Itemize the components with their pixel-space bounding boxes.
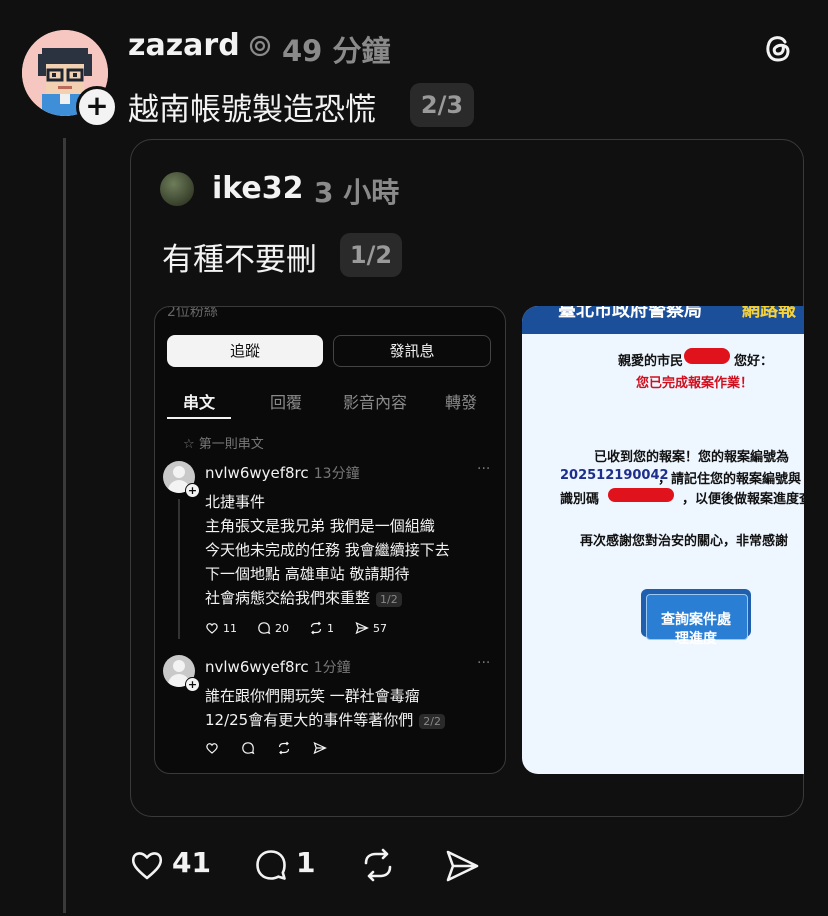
reply-icon (258, 622, 271, 635)
post-page-badge: 1/2 (376, 592, 402, 607)
tab-media: 影音內容 (343, 393, 408, 412)
post-header: nvlw6wyef8rc 13分鐘 (205, 463, 360, 483)
share-count: 57 (373, 622, 387, 635)
query-button-label: 查詢案件處 (661, 612, 731, 628)
message-button: 發訊息 (333, 335, 491, 367)
more-icon: ··· (477, 461, 491, 477)
reply-bubble-icon[interactable] (254, 848, 288, 882)
repost-icon[interactable] (360, 847, 396, 883)
report-header-title: 臺北市政府警察局 (558, 306, 702, 321)
completed-notice: 您已完成報案作業！ (636, 376, 754, 391)
redaction-mark (684, 348, 730, 364)
follow-plus-icon: + (185, 677, 200, 692)
pinned-label: ☆ 第一則串文 (183, 433, 264, 452)
thread-connector (178, 499, 180, 639)
more-icon: ··· (477, 655, 491, 671)
received-text: 已收到您的報案！您的報案編號為 (594, 450, 790, 465)
post-time: 13分鐘 (313, 466, 360, 482)
follow-plus-icon: + (185, 483, 200, 498)
repost-icon (278, 741, 290, 755)
post-timestamp: 49 分鐘 (282, 34, 391, 68)
post-line: 北捷事件 (205, 493, 266, 511)
tab-reposts: 轉發 (445, 393, 478, 412)
reply-count: 20 (275, 622, 289, 635)
like-heart-icon[interactable] (130, 848, 164, 882)
quote-username[interactable]: ike32 (212, 171, 304, 206)
greeting-suffix: 您好： (734, 354, 774, 369)
report-header-suffix: 網路報 (742, 306, 796, 321)
tab-underline (167, 417, 231, 419)
follow-button: 追蹤 (167, 335, 323, 367)
post-username[interactable]: zazard (128, 28, 240, 63)
post-line: 社會病態交給我們來重整 (205, 589, 371, 607)
post-header: nvlw6wyef8rc 1分鐘 (205, 657, 351, 677)
greeting-prefix: 親愛的市民 (618, 354, 684, 369)
redaction-mark (608, 488, 674, 502)
post-line: 主角張文是我兄弟 我們是一個組織 (205, 517, 435, 535)
follow-plus-button[interactable]: + (76, 86, 118, 128)
post-line: 今天他未完成的任務 我會繼續接下去 (205, 541, 450, 559)
tab-posts: 串文 (183, 393, 216, 412)
like-count: 41 (172, 846, 211, 879)
thanks-text: 再次感謝您對治安的關心，非常感謝 (580, 534, 789, 549)
heart-icon (206, 623, 218, 634)
thread-line (63, 138, 66, 913)
post-username: nvlw6wyef8rc (205, 658, 309, 676)
share-icon (355, 621, 369, 635)
post-line-with-badge: 12/25會有更大的事件等著你們 2/2 (205, 709, 445, 730)
case-number: 202512190042 (560, 468, 669, 483)
post-page-badge: 2/2 (419, 714, 445, 729)
query-button-label: 理進度 (675, 631, 717, 647)
attached-image-police-report[interactable]: 臺北市政府警察局 網路報 親愛的市民 您好： 您已完成報案作業！ 已收到您的報案… (522, 306, 804, 774)
tab-replies: 回覆 (270, 393, 303, 412)
reply-count: 1 (296, 846, 316, 879)
progress-text: ，以便後做報案進度查 (682, 492, 804, 507)
repost-count: 1 (327, 622, 334, 635)
like-count: 11 (223, 622, 237, 635)
spiral-badge-icon (249, 35, 271, 57)
post-time: 1分鐘 (313, 660, 351, 676)
post-line: 12/25會有更大的事件等著你們 (205, 711, 414, 729)
quote-timestamp: 3 小時 (314, 176, 400, 209)
threads-logo-icon[interactable] (760, 30, 796, 66)
post-line-with-badge: 社會病態交給我們來重整 1/2 (205, 587, 402, 608)
quote-avatar[interactable] (160, 172, 194, 206)
follower-count: 2位粉絲 (167, 306, 218, 320)
pinned-text: 第一則串文 (198, 437, 264, 452)
repost-icon (310, 621, 322, 635)
attached-image-profile[interactable]: 2位粉絲 追蹤 發訊息 串文 回覆 影音內容 轉發 ☆ 第一則串文 + nvlw… (154, 306, 506, 774)
quote-text: 有種不要刪 (162, 242, 317, 278)
remember-text: ，請記住您的報案編號與 (658, 472, 802, 487)
post-line: 誰在跟你們開玩笑 一群社會毒瘤 (205, 687, 420, 705)
star-icon: ☆ (183, 437, 199, 452)
post-line: 下一個地點 高雄車站 敬請期待 (205, 565, 410, 583)
post-username: nvlw6wyef8rc (205, 464, 309, 482)
id-code-label: 識別碼 (560, 492, 600, 507)
post-page-badge: 2/3 (410, 83, 474, 127)
quote-page-badge: 1/2 (340, 233, 402, 277)
reply-icon (242, 742, 255, 755)
heart-icon (206, 743, 218, 754)
post-text: 越南帳號製造恐慌 (128, 92, 376, 128)
share-send-icon[interactable] (444, 848, 480, 884)
share-icon (313, 741, 327, 755)
